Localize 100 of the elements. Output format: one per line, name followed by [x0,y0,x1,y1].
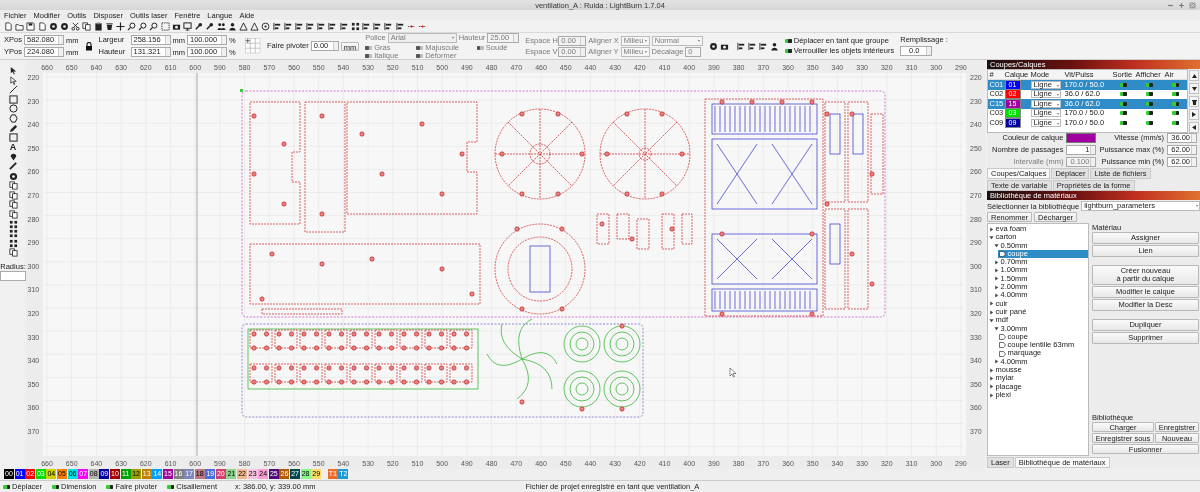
text-tool[interactable]: A [9,142,17,152]
alignment-icon[interactable] [373,21,383,31]
trash-icon [1191,98,1197,105]
toggle-switch[interactable] [1172,120,1180,125]
move-up-button[interactable] [1189,70,1199,81]
expand-button[interactable] [1189,109,1199,120]
grid-icon[interactable] [8,229,18,239]
node-icon[interactable] [8,75,18,85]
layer-color-swatch[interactable] [1066,133,1097,143]
clipboard-icon[interactable] [93,21,103,31]
person-icon[interactable] [227,21,237,31]
toggle-switch[interactable] [1119,101,1127,106]
caret-down-icon [1191,86,1197,91]
hexagon-icon[interactable] [8,113,18,123]
toggle-switch[interactable] [1172,92,1180,97]
trash-icon[interactable] [104,21,114,31]
toggle-switch[interactable] [1119,82,1127,87]
caret-right-icon[interactable] [994,259,999,265]
toggle-switch[interactable] [1145,92,1153,97]
toggle-switch[interactable] [1145,82,1153,87]
toggle-switch[interactable] [1119,111,1127,116]
square-icon[interactable] [8,133,18,143]
magnifier-icon[interactable] [127,21,137,31]
lock-icon[interactable] [84,41,93,51]
toggle-switch[interactable] [784,49,792,53]
gear-icon[interactable] [708,41,718,51]
caret-right-icon[interactable] [994,276,999,282]
delete-button[interactable] [1189,96,1199,107]
toggle-switch[interactable] [167,484,175,489]
caret-right-icon[interactable] [994,359,999,365]
toggle-switch[interactable] [1145,101,1153,106]
caret-right-icon[interactable] [989,392,994,398]
line-icon[interactable] [8,85,18,95]
collapse-button[interactable] [1189,122,1199,133]
target-icon[interactable] [261,21,271,31]
pin-icon[interactable] [8,152,18,162]
toggle-switch[interactable] [1145,111,1153,116]
alignment-icon[interactable] [317,21,327,31]
radius-field[interactable] [0,271,26,282]
caret-down-icon[interactable] [994,243,999,249]
person-icon[interactable] [769,41,779,51]
alignment-icon[interactable] [362,21,371,31]
toggle-switch[interactable] [1172,101,1180,106]
alignment-icon[interactable] [747,41,757,51]
caret-down-icon[interactable] [989,234,994,240]
toggle-switch[interactable] [1172,111,1180,116]
alignment-icon[interactable] [283,21,293,31]
copy-icon[interactable] [8,248,18,258]
move-icon[interactable] [115,21,125,31]
ruler-icon[interactable] [8,161,18,171]
grid-icon[interactable] [350,21,360,31]
caret-right-icon[interactable] [989,384,994,390]
anchor-grid-icon[interactable] [245,38,261,54]
toggle-switch[interactable] [106,484,114,489]
toggle-switch[interactable] [1119,120,1127,125]
magnifier-icon[interactable] [149,21,159,31]
caret-right-icon[interactable] [989,301,994,307]
toggle-switch[interactable] [1145,120,1153,125]
toggle-switch[interactable] [1119,92,1127,97]
wrench-icon[interactable] [205,21,215,31]
tag-icon [999,251,1006,258]
wrench-icon[interactable] [194,21,204,31]
pencil-icon[interactable] [8,123,18,133]
caret-right-icon[interactable] [989,309,994,315]
alignment-icon[interactable] [328,21,338,31]
square-icon[interactable] [8,94,18,104]
mouse-cursor-icon [729,367,737,378]
alignment-icon[interactable] [339,21,349,31]
grid-icon[interactable] [8,238,18,248]
caret-right-icon[interactable] [994,284,999,290]
alignment-icon[interactable] [294,21,304,31]
caret-right-icon[interactable] [994,268,999,274]
file-icon[interactable] [4,21,13,31]
caret-down-icon[interactable] [994,326,999,332]
caret-right-icon[interactable] [989,367,994,373]
magnifier-icon[interactable] [138,21,148,31]
scissors-icon[interactable] [71,21,81,31]
toggle-switch[interactable] [52,484,59,489]
caret-right-icon[interactable] [989,226,994,232]
people-icon[interactable] [216,21,226,31]
move-down-button[interactable] [1189,83,1199,94]
caret-left-icon [1192,125,1196,130]
toggle-switch[interactable] [1172,82,1180,87]
toggle-switch[interactable] [3,484,10,489]
alignment-icon[interactable] [306,21,316,31]
circle-icon[interactable] [8,104,18,114]
copy-icon[interactable] [82,21,92,31]
caret-right-icon[interactable] [989,376,994,381]
alignment-icon[interactable] [272,21,282,31]
maximize-icon[interactable] [1178,1,1185,9]
alignment-icon[interactable] [758,41,768,51]
pointer-icon[interactable] [8,66,18,75]
alignment-icon[interactable] [384,21,394,31]
alignment-icon[interactable] [395,21,405,31]
caret-down-icon[interactable] [989,317,994,323]
alignment-icon[interactable] [736,41,746,51]
toggle-switch[interactable] [784,39,792,43]
monitor-icon[interactable] [183,21,192,31]
grid-icon[interactable] [8,219,18,229]
caret-right-icon[interactable] [994,293,999,298]
